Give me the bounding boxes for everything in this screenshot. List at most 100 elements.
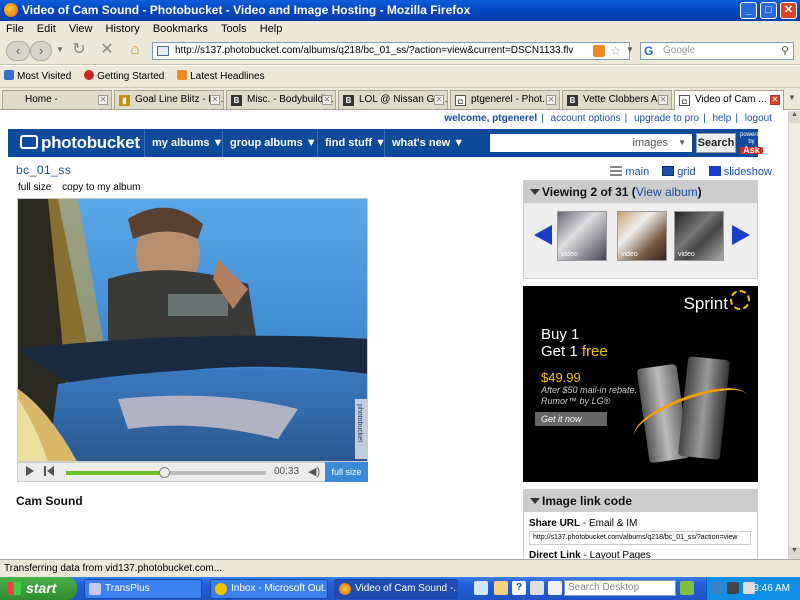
menu-view[interactable]: View [69,23,93,35]
search-button[interactable]: Search [696,133,736,153]
logout-link[interactable]: logout [745,113,772,124]
search-scope[interactable]: images [633,137,668,149]
view-main[interactable]: main [600,166,649,178]
close-button[interactable]: ✕ [780,2,797,19]
google-icon[interactable]: G [644,44,653,58]
play-icon[interactable] [26,466,34,476]
url-dropdown-icon[interactable]: ▼ [626,45,634,54]
view-grid[interactable]: grid [652,166,696,178]
account-options-link[interactable]: account options [551,113,621,124]
view-album-link[interactable]: View album [636,185,698,199]
back-button[interactable]: ‹ [6,41,30,61]
menu-my-albums[interactable]: my albums ▼ [144,129,223,157]
seek-bar[interactable] [66,467,266,478]
full-size-button[interactable]: full size [325,462,368,482]
volume-icon[interactable]: ◀) [308,465,320,478]
menu-file[interactable]: File [6,23,24,35]
upgrade-link[interactable]: upgrade to pro [634,113,699,124]
tab-nissan-gt[interactable]: B LOL @ Nissan GT... ✕ [338,90,448,109]
tab-close-icon[interactable]: ✕ [322,95,332,105]
volume-tray-icon[interactable] [743,582,755,594]
tab-close-icon[interactable]: ✕ [658,95,668,105]
menu-bookmarks[interactable]: Bookmarks [153,23,208,35]
bookmark-most-visited[interactable]: Most Visited [4,66,71,88]
bookmark-latest-headlines[interactable]: Latest Headlines [177,66,265,88]
tab-close-icon[interactable]: ✕ [546,95,556,105]
share-url-field[interactable]: http://s137.photobucket.com/albums/q218/… [529,531,751,545]
tab-goal-line-blitz[interactable]: ▮ Goal Line Blitz - B... ✕ [114,90,224,109]
viewing-panel: Viewing 2 of 31 (View album) video video… [523,180,758,279]
thumbnail-3[interactable]: video [674,211,724,261]
photobucket-logo[interactable]: photobucket [20,133,140,153]
video-player[interactable]: photobucket [17,198,368,462]
bookmark-getting-started[interactable]: Getting Started [84,66,164,88]
rss-icon[interactable] [593,45,605,57]
history-dropdown-icon[interactable]: ▼ [54,41,66,61]
get-it-now-button[interactable]: Get it now [535,412,607,426]
scroll-down-icon[interactable]: ▼ [789,547,800,559]
bookmark-star-icon[interactable]: ☆ [610,43,621,59]
tab-bodybuilding[interactable]: B Misc. - Bodybuildi... ✕ [226,90,336,109]
thumbnail-2[interactable]: video [617,211,667,261]
tab-bar: Home - ✕ ▮ Goal Line Blitz - B... ✕ B Mi… [0,88,800,110]
menu-whats-new[interactable]: what's new ▼ [384,129,464,157]
tab-close-icon[interactable]: ✕ [98,95,108,105]
tab-video-cam-sound[interactable]: ◘ Video of Cam ... ✕ [674,90,784,110]
tab-home[interactable]: Home - ✕ [2,90,112,109]
menu-edit[interactable]: Edit [37,23,56,35]
tray-icon-1[interactable] [711,582,723,594]
menu-find-stuff[interactable]: find stuff ▼ [317,129,386,157]
task-outlook-inbox[interactable]: Inbox - Microsoft Out... [210,579,328,599]
collapse-icon[interactable] [530,498,540,504]
previous-arrow-icon[interactable] [534,225,552,245]
album-name[interactable]: bc_01_ss [16,163,71,177]
sprint-advertisement[interactable]: Sprint Buy 1 Get 1 free $49.99 After $50… [523,286,758,482]
clock: 9:46 AM [753,583,790,594]
photobucket-search-input[interactable]: images ▼ [490,134,692,152]
task-transplus[interactable]: TransPlus [84,579,202,599]
rewind-icon[interactable] [44,466,46,476]
tab-close-icon[interactable]: ✕ [434,95,444,105]
help-link[interactable]: help [712,113,731,124]
network-icon[interactable] [474,581,488,595]
folder-icon[interactable] [494,581,508,595]
tray-icon-2[interactable] [727,582,739,594]
tab-vette-clobbers[interactable]: B Vette Clobbers A... ✕ [562,90,672,109]
task-firefox[interactable]: Video of Cam Sound -... [334,579,458,599]
menu-group-albums[interactable]: group albums ▼ [222,129,317,157]
menu-help[interactable]: Help [260,23,283,35]
seek-handle[interactable] [159,467,170,478]
url-bar[interactable]: http://s137.photobucket.com/albums/q218/… [152,42,630,60]
quicklaunch-icon-2[interactable] [548,581,562,595]
web-search-input[interactable]: G Google ⚲ [640,42,794,60]
scroll-up-icon[interactable]: ▲ [789,111,800,123]
getting-started-icon [84,70,95,80]
menu-history[interactable]: History [106,23,140,35]
tab-close-icon[interactable]: ✕ [210,95,220,105]
stop-icon[interactable]: ✕ [96,41,118,61]
start-button[interactable]: start [0,577,77,600]
tab-list-icon[interactable]: ▼ [788,93,796,102]
search-go-icon[interactable] [680,581,694,595]
help-icon[interactable]: ? [512,581,526,595]
tab-ptgenerel-photobucket[interactable]: ◘ ptgenerel - Phot... ✕ [450,90,560,109]
scope-dropdown-icon[interactable]: ▼ [678,134,686,152]
forward-button[interactable]: › [30,41,52,61]
next-arrow-icon[interactable] [732,225,750,245]
view-slideshow[interactable]: slideshow [699,166,772,178]
desktop-search-input[interactable]: Search Desktop [564,580,676,596]
copy-to-album-link[interactable]: copy to my album [62,182,140,193]
seek-progress [66,471,164,475]
home-icon[interactable]: ⌂ [124,41,146,61]
maximize-button[interactable]: □ [760,2,777,19]
search-magnifier-icon[interactable]: ⚲ [781,43,789,59]
reload-icon[interactable]: ↻ [68,41,90,61]
full-size-link[interactable]: full size [18,182,51,193]
collapse-icon[interactable] [530,189,540,195]
menu-tools[interactable]: Tools [221,23,247,35]
thumbnail-1[interactable]: video [557,211,607,261]
quicklaunch-icon[interactable] [530,581,544,595]
vertical-scrollbar[interactable]: ▲ ▼ [788,111,800,559]
minimize-button[interactable]: _ [740,2,757,19]
tab-close-icon[interactable]: ✕ [770,95,780,105]
